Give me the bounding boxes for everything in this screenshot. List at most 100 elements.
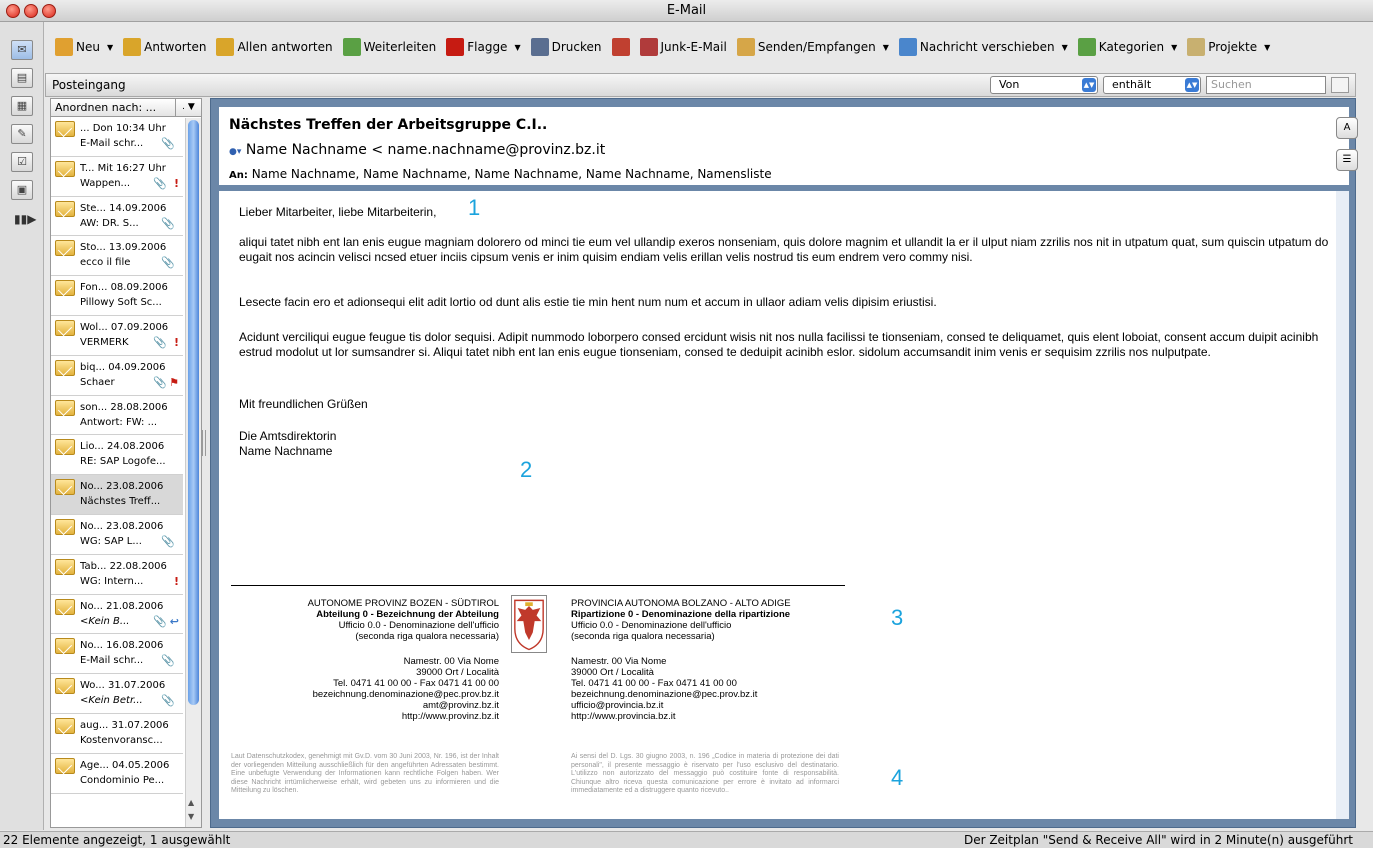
message-list-item[interactable]: No... 16.08.2006 E-Mail schr... 📎 <box>51 634 183 675</box>
toolbar-button-5[interactable]: Drucken <box>526 35 607 59</box>
address-city-de: 39000 Ort / Località <box>416 667 499 678</box>
tasks-icon[interactable]: ☑ <box>11 152 33 172</box>
envelope-icon <box>55 319 75 336</box>
toolbar-button-9[interactable]: Nachricht verschieben ▼ <box>894 35 1073 59</box>
flag-icon: ⚑ <box>169 375 179 389</box>
message-list-item[interactable]: No... 23.08.2006 WG: SAP L... 📎 <box>51 515 183 555</box>
arrange-by-label: Anordnen nach: ... <box>55 101 157 114</box>
toolbar-button-0[interactable]: Neu ▼ <box>50 35 118 59</box>
message-subject-preview: Condominio Pe... <box>80 774 165 786</box>
attachment-icon: 📎 <box>161 216 175 230</box>
message-subject-preview: Wappen... <box>80 177 131 189</box>
attachment-icon: 📎 <box>153 335 167 349</box>
toolbar-button-11[interactable]: Projekte ▼ <box>1182 35 1275 59</box>
envelope-icon <box>55 240 75 257</box>
contact-menu-icon[interactable]: ●▾ <box>229 147 241 157</box>
toolbar-label: Flagge <box>467 40 508 54</box>
show-headers-icon[interactable]: ☰ <box>1336 149 1358 171</box>
message-from[interactable]: ●▾ Name Nachname < name.nachname@provinz… <box>229 142 605 158</box>
message-body-scrollbar[interactable] <box>1336 191 1349 819</box>
scroll-down-icon[interactable]: ▼ <box>188 812 194 821</box>
email-de[interactable]: amt@provinz.bz.it <box>259 700 499 711</box>
org-name-it: PROVINCIA AUTONOMA BOLZANO - ALTO ADIGE <box>571 598 791 609</box>
message-sender-date: No... 23.08.2006 <box>80 481 164 493</box>
arrange-by-header[interactable]: Anordnen nach: ... . ▼ <box>51 99 201 117</box>
message-subject-preview: E-Mail schr... <box>80 138 144 149</box>
attachment-icon: 📎 <box>161 534 175 548</box>
sort-order-toggle[interactable]: . ▼ <box>175 99 201 116</box>
email-it[interactable]: ufficio@provincia.bz.it <box>571 700 841 711</box>
message-list-item[interactable]: Lio... 24.08.2006 RE: SAP Logofe... <box>51 435 183 476</box>
toolbar-button-4[interactable]: Flagge ▼ <box>441 35 525 59</box>
message-list-item[interactable]: aug... 31.07.2006 Kostenvoransc... <box>51 714 183 754</box>
search-input[interactable]: Suchen <box>1206 76 1326 94</box>
dropdown-caret-icon[interactable]: ▼ <box>1264 43 1270 52</box>
toolbar-label: Weiterleiten <box>363 40 437 54</box>
font-size-icon[interactable]: A <box>1336 117 1358 139</box>
toolbar-label: Allen antworten <box>237 40 333 54</box>
paragraph-2: Lesecte facin ero et adionsequi elit adi… <box>239 295 937 309</box>
dropdown-caret-icon[interactable]: ▼ <box>514 43 520 52</box>
filter-operator-select[interactable]: enthält ▲▼ <box>1103 76 1201 94</box>
message-list-item[interactable]: Tab... 22.08.2006 WG: Intern...! <box>51 555 183 595</box>
message-list-item[interactable]: son... 28.08.2006 Antwort: FW: ... <box>51 396 183 436</box>
dropdown-caret-icon[interactable]: ▼ <box>1062 43 1068 52</box>
notes-icon[interactable]: ✎ <box>11 124 33 144</box>
pec-email-it[interactable]: bezeichnung.denominazione@pec.prov.bz.it <box>571 689 841 700</box>
toolbar-button-2[interactable]: Allen antworten <box>211 35 337 59</box>
minimize-window-button[interactable] <box>24 4 38 18</box>
address-book-icon[interactable]: ▤ <box>11 68 33 88</box>
priority-icon: ! <box>173 176 179 190</box>
message-sender-date: Sto... 13.09.2006 <box>80 242 167 254</box>
expand-sidebar-icon[interactable]: ▮▮▶ <box>14 212 36 226</box>
save-search-icon[interactable] <box>1331 77 1349 93</box>
message-list-item[interactable]: biq... 04.09.2006 Schaer 📎 ⚑ <box>51 356 183 396</box>
message-subject-preview: WG: SAP L... <box>80 535 142 547</box>
message-list-scrollbar[interactable]: ▲ ▼ <box>185 118 201 827</box>
message-list-item[interactable]: No... 21.08.2006 <Kein B... 📎 ↩ <box>51 595 183 635</box>
message-sender-date: No... 16.08.2006 <box>80 640 164 652</box>
dropdown-caret-icon[interactable]: ▼ <box>1171 43 1177 52</box>
scroll-up-icon[interactable]: ▲ <box>188 798 194 807</box>
window-titlebar: E-Mail <box>0 0 1373 22</box>
annotation-2: 2 <box>520 457 533 482</box>
filter-field-select[interactable]: Von ▲▼ <box>990 76 1098 94</box>
close-window-button[interactable] <box>6 4 20 18</box>
dropdown-caret-icon[interactable]: ▼ <box>883 43 889 52</box>
message-list-item[interactable]: T... Mit 16:27 Uhr Wappen... 📎! <box>51 157 183 197</box>
zoom-window-button[interactable] <box>42 4 56 18</box>
pec-email-de[interactable]: bezeichnung.denominazione@pec.prov.bz.it <box>259 689 499 700</box>
message-sender-date: Tab... 22.08.2006 <box>80 560 167 572</box>
website-it[interactable]: http://www.provincia.bz.it <box>571 711 841 722</box>
message-list-item[interactable]: ... Don 10:34 Uhr E-Mail schr... 📎 <box>51 117 183 157</box>
toolbar-button-8[interactable]: Senden/Empfangen ▼ <box>732 35 894 59</box>
dropdown-caret-icon[interactable]: ▼ <box>107 43 113 52</box>
calendar-icon[interactable]: ▦ <box>11 96 33 116</box>
attachment-icon: 📎 <box>153 375 167 389</box>
toolbar-button-3[interactable]: Weiterleiten <box>338 35 442 59</box>
message-list-item[interactable]: Age... 04.05.2006 Condominio Pe... <box>51 754 183 794</box>
message-list-item[interactable]: Wo... 31.07.2006 <Kein Betr... 📎 <box>51 674 183 714</box>
pane-splitter[interactable] <box>202 430 206 456</box>
message-list-item[interactable]: No... 23.08.2006 Nächstes Treff... <box>51 475 183 515</box>
toolbar-button-6[interactable] <box>607 35 635 59</box>
window-controls <box>6 4 56 18</box>
envelope-icon <box>55 757 75 774</box>
toolbar-button-1[interactable]: Antworten <box>118 35 211 59</box>
message-list-item[interactable]: Sto... 13.09.2006 ecco il file 📎 <box>51 236 183 277</box>
sender-address: Name Nachname < name.nachname@provinz.bz… <box>245 142 606 158</box>
message-list-item[interactable]: Ste... 14.09.2006 AW: DR. S... 📎 <box>51 197 183 237</box>
scrollbar-thumb[interactable] <box>188 120 199 705</box>
attachment-icon: 📎 <box>161 137 175 150</box>
privacy-notice-de: Laut Datenschutzkodex, genehmigt mit Gv.… <box>231 753 499 795</box>
filter-operator-value: enthält <box>1112 78 1152 91</box>
mail-view-icon[interactable]: ✉ <box>11 40 33 60</box>
folder-bar: Posteingang Von ▲▼ enthält ▲▼ Suchen <box>45 73 1356 97</box>
message-list-item[interactable]: Wol... 07.09.2006 VERMERK 📎! <box>51 316 183 356</box>
toolbar-button-10[interactable]: Kategorien ▼ <box>1073 35 1182 59</box>
message-list-item[interactable]: Fon... 08.09.2006 Pillowy Soft Sc... <box>51 276 183 316</box>
project-center-icon[interactable]: ▣ <box>11 180 33 200</box>
attachment-icon: 📎 <box>153 176 167 190</box>
website-de[interactable]: http://www.provinz.bz.it <box>259 711 499 722</box>
toolbar-button-7[interactable]: Junk-E-Mail <box>635 35 732 59</box>
